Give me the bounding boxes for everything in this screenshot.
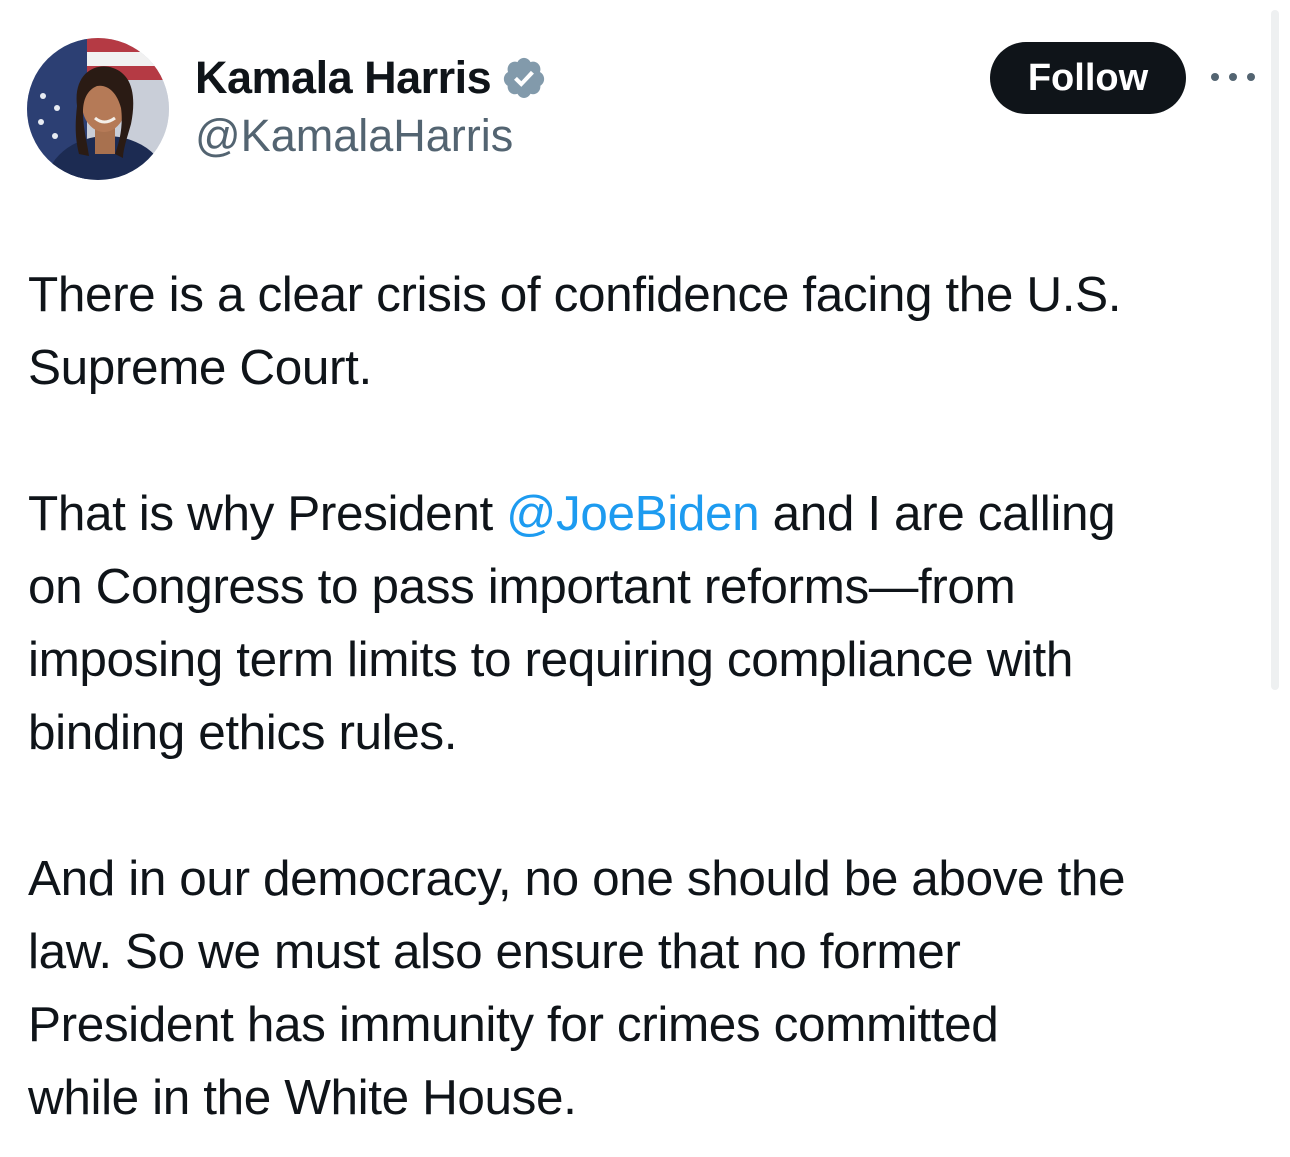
text-line: binding ethics rules. [28,705,458,760]
author-row: Kamala Harris [195,48,547,108]
text-line: That is why President @JoeBiden and I ar… [28,477,1268,550]
text-segment: That is why President [28,486,507,541]
text-line: Supreme Court. [28,340,372,395]
text-line: on Congress to pass important reforms—fr… [28,559,1016,614]
paragraph-3: And in our democracy, no one should be a… [28,842,1268,1134]
tweet-text: There is a clear crisis of confidence fa… [28,258,1268,1134]
text-line: law. So we must also ensure that no form… [28,924,961,979]
tweet-card: Kamala Harris @KamalaHarris Follow There… [0,0,1290,1157]
text-line: And in our democracy, no one should be a… [28,851,1126,906]
scrollbar[interactable] [1271,10,1279,690]
mention-link[interactable]: @JoeBiden [506,486,759,541]
paragraph-1: There is a clear crisis of confidence fa… [28,258,1268,404]
follow-button[interactable]: Follow [990,42,1186,114]
avatar[interactable] [27,38,169,180]
author-handle[interactable]: @KamalaHarris [195,110,513,162]
avatar-image [27,38,169,180]
text-line: imposing term limits to requiring compli… [28,632,1074,687]
more-options-button[interactable] [1208,62,1258,92]
text-line: President has immunity for crimes commit… [28,997,999,1052]
text-line: while in the White House. [28,1070,577,1125]
display-name[interactable]: Kamala Harris [195,52,492,104]
verified-badge-icon[interactable] [501,55,547,101]
more-options-icon [1211,73,1255,81]
text-segment: and I are calling [759,486,1116,541]
paragraph-2: That is why President @JoeBiden and I ar… [28,477,1268,769]
text-line: There is a clear crisis of confidence fa… [28,267,1122,322]
